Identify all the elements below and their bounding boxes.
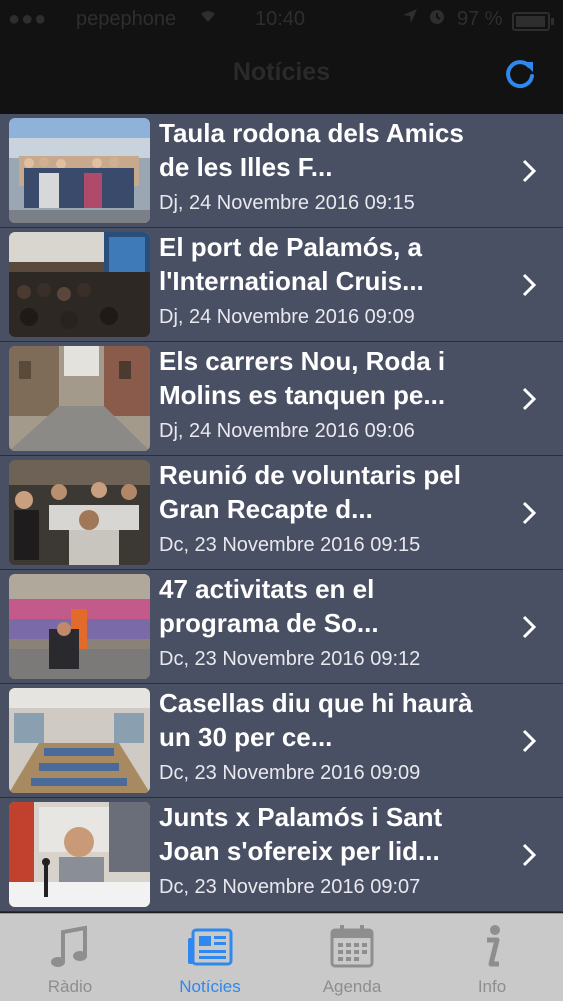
battery-percent: 97 % [457,8,503,30]
newspaper-icon [188,928,233,966]
status-time: 10:40 [255,8,306,30]
tab-label: Notícies [179,977,241,996]
news-row[interactable]: El port de Palamós, a l'International Cr… [0,228,563,342]
news-title: El port de Palamós, a l'International Cr… [159,232,424,296]
news-row[interactable]: Taula rodona dels Amics de les Illes F..… [0,114,563,228]
news-title: Els carrers Nou, Roda i Molins es tanque… [159,346,446,410]
news-date: Dj, 24 Novembre 2016 09:09 [159,306,415,328]
tab-agenda[interactable]: Agenda [282,914,422,1001]
news-date: Dc, 23 Novembre 2016 09:12 [159,648,421,670]
news-thumbnail [9,346,150,451]
signal-strength-icon: ●●● [8,8,48,30]
news-thumbnail [9,232,150,337]
news-date: Dc, 23 Novembre 2016 09:15 [159,534,421,556]
news-list: Taula rodona dels Amics de les Illes F..… [0,114,563,912]
news-thumbnail [9,688,150,793]
tab-label: Ràdio [47,977,93,996]
chevron-right-icon [522,729,537,753]
tab-label: Agenda [322,977,382,996]
carrier-name: pepephone [76,8,177,30]
battery-icon [512,12,554,31]
tab-bar: Ràdio Notícies Agenda Info [0,913,563,1001]
news-date: Dc, 23 Novembre 2016 09:07 [159,876,421,898]
news-title: 47 activitats en el programa de So... [159,574,379,638]
refresh-button[interactable] [498,52,542,96]
refresh-icon [506,60,534,89]
status-bar: ●●● pepephone 10:40 97 % [0,0,563,40]
news-row[interactable]: Casellas diu que hi haurà un 30 per ce..… [0,684,563,798]
chevron-right-icon [522,273,537,297]
chevron-right-icon [522,501,537,525]
wifi-icon [198,6,218,29]
news-title: Junts x Palamós i Sant Joan s'ofereix pe… [159,802,443,866]
news-row[interactable]: Reunió de voluntaris pel Gran Recapte d.… [0,456,563,570]
alarm-icon [428,7,446,30]
news-thumbnail [9,460,150,565]
page-title: Notícies [232,58,331,86]
music-note-icon [51,925,87,967]
calendar-icon [330,925,374,968]
news-date: Dj, 24 Novembre 2016 09:15 [159,192,415,214]
news-row[interactable]: Els carrers Nou, Roda i Molins es tanque… [0,342,563,456]
news-row[interactable]: 47 activitats en el programa de So... Dc… [0,570,563,684]
news-thumbnail [9,118,150,223]
tab-radio[interactable]: Ràdio [0,914,140,1001]
tab-label: Info [477,977,507,996]
info-icon [487,925,500,967]
news-title: Casellas diu que hi haurà un 30 per ce..… [159,688,473,752]
navigation-bar: Notícies [0,40,563,114]
news-date: Dc, 23 Novembre 2016 09:09 [159,762,421,784]
chevron-right-icon [522,159,537,183]
news-thumbnail [9,802,150,907]
news-title: Taula rodona dels Amics de les Illes F..… [159,118,464,182]
news-row[interactable]: Junts x Palamós i Sant Joan s'ofereix pe… [0,798,563,912]
chevron-right-icon [522,387,537,411]
news-date: Dj, 24 Novembre 2016 09:06 [159,420,415,442]
news-thumbnail [9,574,150,679]
news-title: Reunió de voluntaris pel Gran Recapte d.… [159,460,461,524]
tab-info[interactable]: Info [422,914,562,1001]
tab-noticies[interactable]: Notícies [140,914,280,1001]
location-icon [402,8,418,29]
chevron-right-icon [522,615,537,639]
chevron-right-icon [522,843,537,867]
